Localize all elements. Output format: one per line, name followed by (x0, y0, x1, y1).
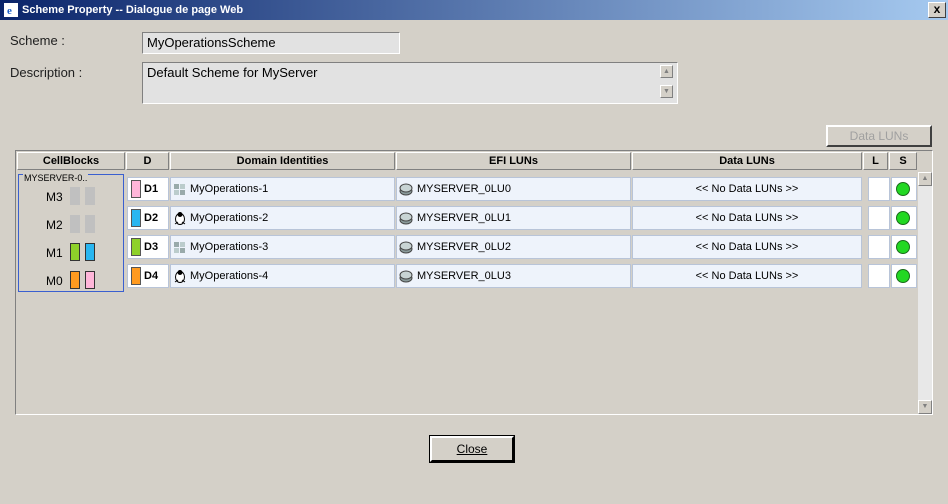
cellblock-slot[interactable] (70, 215, 80, 233)
close-button-label: Close (456, 442, 488, 456)
disk-icon (399, 270, 413, 283)
domain-color-swatch (131, 180, 141, 198)
linux-icon (174, 270, 186, 284)
efi-lun-cell[interactable]: MYSERVER_0LU1 (396, 206, 631, 230)
domain-identity-cell[interactable]: MyOperations-2 (170, 206, 395, 230)
s-cell[interactable] (891, 177, 917, 201)
cellblock-slot[interactable] (85, 215, 95, 233)
scheme-field[interactable]: MyOperationsScheme (142, 32, 400, 54)
efi-lun-name: MYSERVER_0LU1 (417, 212, 511, 224)
cellblock-title: MYSERVER-0.. (23, 173, 89, 183)
domain-badge[interactable]: D3 (127, 235, 169, 259)
close-window-button[interactable]: x (928, 2, 946, 18)
domain-badge[interactable]: D2 (127, 206, 169, 230)
efi-lun-name: MYSERVER_0LU3 (417, 270, 511, 282)
module-label: M2 (46, 218, 63, 232)
module-label: M3 (46, 190, 63, 204)
efi-lun-name: MYSERVER_0LU2 (417, 241, 511, 253)
windows-server-icon (174, 242, 185, 254)
data-luns-cell[interactable]: << No Data LUNs >> (632, 264, 862, 288)
disk-icon (399, 212, 413, 225)
l-cell[interactable] (868, 264, 890, 288)
s-cell[interactable] (891, 264, 917, 288)
efi-lun-cell[interactable]: MYSERVER_0LU2 (396, 235, 631, 259)
module-label: M1 (46, 246, 63, 260)
domain-id: D3 (144, 241, 159, 253)
domain-name: MyOperations-3 (190, 241, 269, 253)
description-label: Description : (10, 65, 83, 80)
table-scrollbar[interactable]: ▲ ▼ (918, 172, 932, 414)
status-indicator (896, 211, 910, 225)
s-cell[interactable] (891, 206, 917, 230)
l-cell[interactable] (868, 177, 890, 201)
cellblock-slot[interactable] (70, 243, 80, 261)
domain-id: D1 (144, 183, 159, 195)
efi-lun-cell[interactable]: MYSERVER_0LU3 (396, 264, 631, 288)
cellblock-slot[interactable] (85, 271, 95, 289)
svg-text:e: e (7, 5, 12, 17)
status-indicator (896, 269, 910, 283)
scheme-label: Scheme : (10, 33, 65, 48)
domain-identity-cell[interactable]: MyOperations-4 (170, 264, 395, 288)
cellblock-slot[interactable] (70, 271, 80, 289)
efi-lun-name: MYSERVER_0LU0 (417, 183, 511, 195)
data-luns-button[interactable]: Data LUNs (826, 125, 932, 147)
domain-color-swatch (131, 209, 141, 227)
description-text: Default Scheme for MyServer (147, 65, 318, 80)
linux-icon (174, 212, 186, 226)
header-data-luns[interactable]: Data LUNs (632, 152, 862, 170)
scroll-up-icon[interactable]: ▲ (918, 172, 932, 186)
title-bar: e Scheme Property -- Dialogue de page We… (0, 0, 948, 20)
header-d[interactable]: D (126, 152, 169, 170)
module-label: M0 (46, 274, 63, 288)
header-s[interactable]: S (889, 152, 917, 170)
ie-app-icon: e (4, 3, 18, 17)
description-field[interactable]: Default Scheme for MyServer ▲ ▼ (142, 62, 678, 104)
scroll-down-icon[interactable]: ▼ (660, 85, 673, 98)
status-indicator (896, 240, 910, 254)
domain-badge[interactable]: D1 (127, 177, 169, 201)
scroll-down-icon[interactable]: ▼ (918, 400, 932, 414)
data-luns-cell[interactable]: << No Data LUNs >> (632, 177, 862, 201)
disk-icon (399, 241, 413, 254)
disk-icon (399, 183, 413, 196)
domain-identity-cell[interactable]: MyOperations-1 (170, 177, 395, 201)
header-l[interactable]: L (863, 152, 888, 170)
status-indicator (896, 182, 910, 196)
domain-color-swatch (131, 267, 141, 285)
l-cell[interactable] (868, 235, 890, 259)
s-cell[interactable] (891, 235, 917, 259)
header-efi-luns[interactable]: EFI LUNs (396, 152, 631, 170)
windows-server-icon (174, 184, 185, 196)
cellblock-slot[interactable] (85, 187, 95, 205)
header-domain-identities[interactable]: Domain Identities (170, 152, 395, 170)
efi-lun-cell[interactable]: MYSERVER_0LU0 (396, 177, 631, 201)
cellblock-slot[interactable] (70, 187, 80, 205)
header-cellblocks[interactable]: CellBlocks (17, 152, 125, 170)
l-cell[interactable] (868, 206, 890, 230)
domain-identity-cell[interactable]: MyOperations-3 (170, 235, 395, 259)
close-button[interactable]: Close (429, 435, 515, 463)
cellblock-slot[interactable] (85, 243, 95, 261)
data-luns-cell[interactable]: << No Data LUNs >> (632, 206, 862, 230)
domain-name: MyOperations-1 (190, 183, 269, 195)
domain-id: D2 (144, 212, 159, 224)
domain-id: D4 (144, 270, 159, 282)
cellblocks-panel[interactable]: MYSERVER-0.. M3 M2 M1 M0 (18, 173, 124, 292)
window-title: Scheme Property -- Dialogue de page Web (22, 4, 244, 16)
domain-color-swatch (131, 238, 141, 256)
scroll-up-icon[interactable]: ▲ (660, 65, 673, 78)
data-luns-cell[interactable]: << No Data LUNs >> (632, 235, 862, 259)
domain-name: MyOperations-2 (190, 212, 269, 224)
domain-name: MyOperations-4 (190, 270, 269, 282)
domain-badge[interactable]: D4 (127, 264, 169, 288)
